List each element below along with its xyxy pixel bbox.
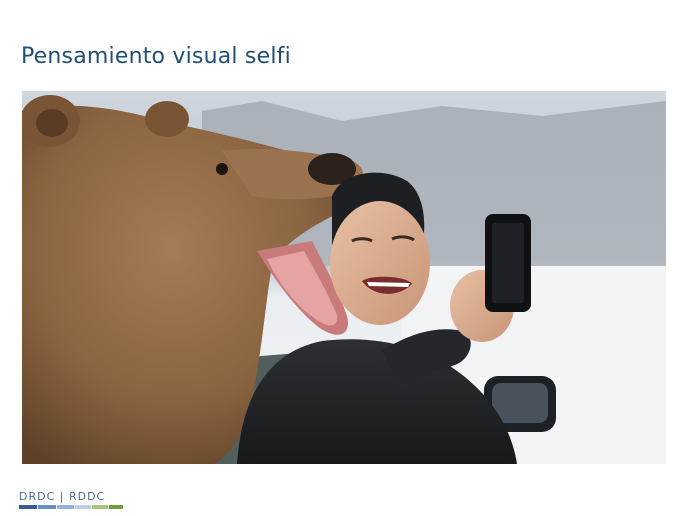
drdc-logo: DRDC | RDDC	[19, 490, 123, 509]
logo-color-bar	[19, 505, 123, 509]
slide: Pensamiento visual selfi DRDC | RDDC	[0, 0, 688, 516]
slide-title: Pensamiento visual selfi	[21, 44, 291, 69]
logo-text: DRDC | RDDC	[19, 490, 106, 503]
face	[330, 201, 430, 325]
selfie-photo	[22, 91, 666, 464]
